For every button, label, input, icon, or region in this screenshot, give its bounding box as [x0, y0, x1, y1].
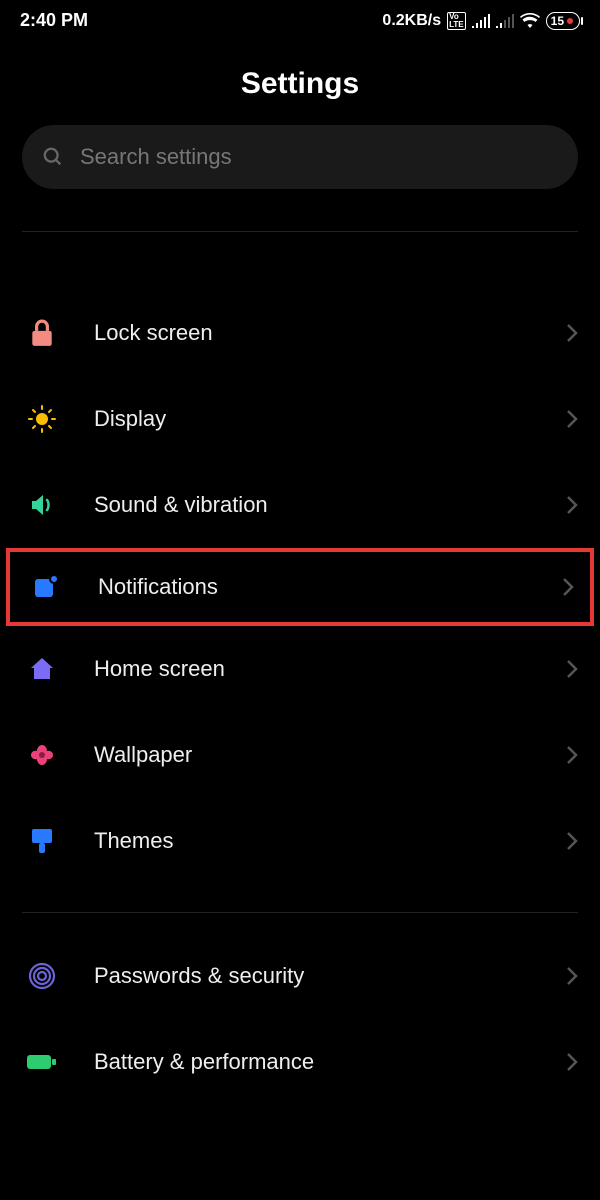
signal-icon	[472, 14, 490, 28]
search-icon	[42, 146, 64, 168]
row-label: Lock screen	[94, 320, 566, 346]
row-label: Passwords & security	[94, 963, 566, 989]
home-icon	[22, 656, 62, 682]
settings-list-2: Passwords & security Battery & performan…	[0, 933, 600, 1105]
lock-icon	[22, 319, 62, 347]
settings-list: Lock screen Display Sound & vibration No…	[0, 290, 600, 884]
row-battery-performance[interactable]: Battery & performance	[0, 1019, 600, 1105]
page-title: Settings	[0, 67, 600, 101]
signal-icon-2	[496, 14, 514, 28]
status-indicators: 0.2KB/s VoLTE 15	[382, 12, 580, 30]
row-themes[interactable]: Themes	[0, 798, 600, 884]
wifi-icon	[520, 13, 540, 28]
row-label: Display	[94, 406, 566, 432]
fingerprint-icon	[22, 962, 62, 990]
divider	[22, 912, 578, 913]
row-label: Themes	[94, 828, 566, 854]
sun-icon	[22, 405, 62, 433]
chevron-right-icon	[566, 745, 578, 765]
chevron-right-icon	[566, 323, 578, 343]
flower-icon	[22, 742, 62, 768]
chevron-right-icon	[566, 495, 578, 515]
chevron-right-icon	[566, 966, 578, 986]
search-bar[interactable]	[22, 125, 578, 189]
search-input[interactable]	[80, 144, 558, 170]
row-label: Sound & vibration	[94, 492, 566, 518]
row-notifications[interactable]: Notifications	[6, 548, 594, 626]
row-label: Notifications	[98, 574, 562, 600]
chevron-right-icon	[566, 659, 578, 679]
row-lock-screen[interactable]: Lock screen	[0, 290, 600, 376]
notifications-icon	[26, 574, 66, 600]
volte-icon: VoLTE	[447, 12, 466, 30]
row-display[interactable]: Display	[0, 376, 600, 462]
status-time: 2:40 PM	[20, 10, 88, 31]
row-label: Home screen	[94, 656, 566, 682]
chevron-right-icon	[562, 577, 574, 597]
row-home-screen[interactable]: Home screen	[0, 626, 600, 712]
battery-icon: 15	[546, 12, 580, 30]
battery-icon	[22, 1053, 62, 1071]
brush-icon	[22, 827, 62, 855]
row-label: Wallpaper	[94, 742, 566, 768]
row-label: Battery & performance	[94, 1049, 566, 1075]
network-speed: 0.2KB/s	[382, 12, 441, 30]
row-wallpaper[interactable]: Wallpaper	[0, 712, 600, 798]
status-bar: 2:40 PM 0.2KB/s VoLTE 15	[0, 0, 600, 37]
speaker-icon	[22, 492, 62, 518]
chevron-right-icon	[566, 831, 578, 851]
row-sound-vibration[interactable]: Sound & vibration	[0, 462, 600, 548]
chevron-right-icon	[566, 409, 578, 429]
chevron-right-icon	[566, 1052, 578, 1072]
row-passwords-security[interactable]: Passwords & security	[0, 933, 600, 1019]
